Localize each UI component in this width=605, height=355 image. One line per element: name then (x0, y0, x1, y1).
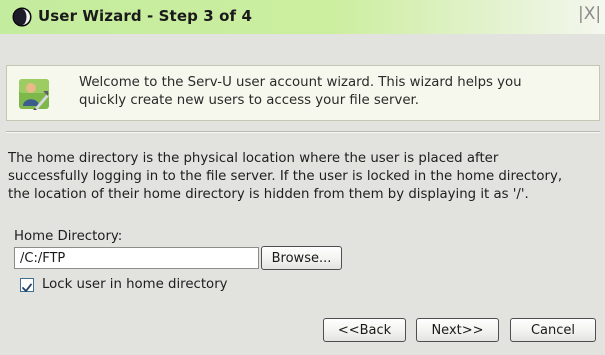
checkmark-icon (22, 283, 32, 292)
back-button[interactable]: <<Back (323, 318, 406, 342)
description-line-2: successfully logging in to the file serv… (8, 169, 563, 184)
welcome-text: Welcome to the Serv-U user account wizar… (79, 74, 599, 110)
window-title: User Wizard - Step 3 of 4 (38, 7, 253, 25)
user-wizard-dialog: User Wizard - Step 3 of 4 |X| Welcome to… (0, 0, 605, 355)
description-line-1: The home directory is the physical locat… (8, 151, 499, 166)
section-divider (6, 131, 600, 133)
cancel-button[interactable]: Cancel (510, 318, 596, 342)
home-directory-label: Home Directory: (14, 229, 123, 244)
browse-button[interactable]: Browse... (261, 246, 342, 270)
home-directory-description: The home directory is the physical locat… (8, 150, 604, 204)
title-bar[interactable]: User Wizard - Step 3 of 4 |X| (0, 0, 605, 34)
home-directory-input[interactable] (14, 247, 259, 269)
lock-home-directory-label[interactable]: Lock user in home directory (42, 277, 228, 292)
welcome-banner: Welcome to the Serv-U user account wizar… (6, 65, 600, 121)
close-button[interactable]: |X| (578, 4, 601, 24)
welcome-text-line-1: Welcome to the Serv-U user account wizar… (79, 75, 522, 90)
next-button[interactable]: Next>> (416, 318, 499, 342)
lock-home-directory-checkbox[interactable] (20, 278, 34, 292)
serv-u-logo-icon (12, 7, 32, 27)
user-wizard-icon (18, 78, 50, 110)
description-line-3: the location of their home directory is … (8, 187, 529, 202)
welcome-text-line-2: quickly create new users to access your … (79, 93, 419, 108)
